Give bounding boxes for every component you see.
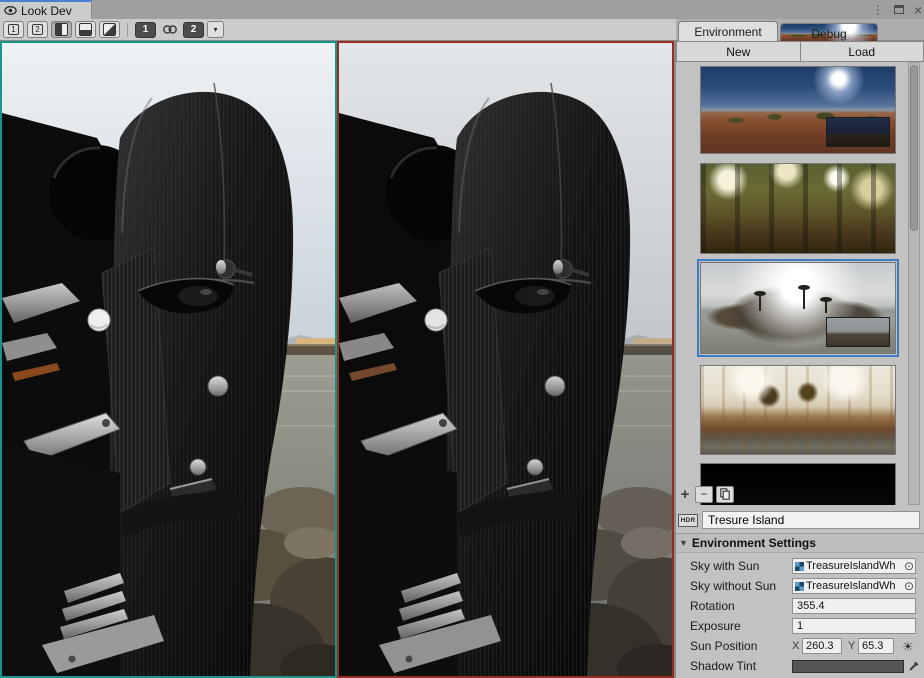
titlebar: Look Dev ⋮ ×: [0, 0, 924, 19]
camera-2-button[interactable]: 2: [183, 22, 204, 38]
library-actions: New Load: [676, 41, 924, 62]
hdri-thumbnail-outback[interactable]: [700, 66, 896, 154]
lookdev-viewport: [0, 41, 676, 678]
environment-settings-title: Environment Settings: [692, 536, 816, 550]
sun-position-y-field[interactable]: 65.3: [858, 638, 894, 654]
sky-with-sun-object-field[interactable]: TreasureIslandWh ⊙: [792, 558, 916, 574]
sky-with-sun-label: Sky with Sun: [690, 559, 759, 573]
camera-options-dropdown[interactable]: ▾: [207, 21, 224, 38]
tab-environment[interactable]: Environment: [678, 21, 778, 41]
hdri-inset-preview: [826, 117, 890, 147]
split-vertical-icon: [55, 23, 68, 36]
lookdev-render: [2, 43, 335, 676]
palm-tree-silhouette: [803, 289, 805, 309]
lookdev-window-tab[interactable]: Look Dev: [0, 0, 92, 19]
palm-tree-silhouette: [759, 295, 761, 311]
link-icon: [163, 25, 177, 34]
tab-debug[interactable]: Debug: [780, 23, 878, 43]
single-view-1-button[interactable]: 1: [3, 21, 24, 38]
sky-without-sun-value: TreasureIslandWh: [806, 580, 904, 592]
sun-position-row: Sun Position X 260.3 Y 65.3 ☀: [676, 637, 924, 655]
cubemap-texture-icon: [795, 582, 804, 591]
environment-settings-header[interactable]: ▼ Environment Settings: [676, 534, 924, 553]
palm-tree-silhouette: [825, 301, 827, 313]
exposure-field[interactable]: 1: [792, 618, 916, 634]
eye-icon: [4, 6, 17, 15]
eyedropper-icon[interactable]: [908, 659, 920, 677]
hdri-name-row: HDR Tresure Island: [676, 509, 924, 531]
sun-position-label: Sun Position: [690, 639, 757, 653]
scrollbar-thumb[interactable]: [910, 65, 918, 231]
x-axis-label: X: [792, 640, 799, 652]
hdri-thumbnail-church[interactable]: [700, 365, 896, 455]
object-picker-icon[interactable]: ⊙: [904, 581, 914, 591]
hdri-name-field[interactable]: Tresure Island: [702, 511, 920, 529]
hdr-badge-icon: HDR: [678, 514, 698, 527]
chevron-down-icon: ▾: [213, 25, 217, 34]
view-2-render[interactable]: [337, 41, 674, 678]
camera-1-button[interactable]: 1: [135, 22, 156, 38]
sky-without-sun-object-field[interactable]: TreasureIslandWh ⊙: [792, 578, 916, 594]
close-icon[interactable]: ×: [914, 4, 922, 16]
sky-with-sun-row: Sky with Sun TreasureIslandWh ⊙: [676, 557, 924, 575]
side-by-side-view-button[interactable]: [51, 21, 72, 38]
load-button[interactable]: Load: [801, 41, 924, 62]
shadow-tint-row: Shadow Tint: [676, 657, 924, 675]
rotation-field[interactable]: 355.4: [792, 598, 916, 614]
sky-without-sun-row: Sky without Sun TreasureIslandWh ⊙: [676, 577, 924, 595]
exposure-row: Exposure 1: [676, 617, 924, 635]
split-diagonal-icon: [103, 23, 116, 36]
hdri-thumbnail-list: [676, 62, 924, 505]
hdri-thumbnail-forest[interactable]: [700, 163, 896, 254]
thumbnail-list-scrollbar[interactable]: [908, 62, 920, 505]
lookdev-render: [339, 43, 672, 676]
split-view-button[interactable]: [75, 21, 96, 38]
add-hdri-button[interactable]: +: [678, 486, 692, 503]
object-picker-icon[interactable]: ⊙: [904, 561, 914, 571]
view-2-label: 2: [32, 24, 43, 35]
duplicate-icon: [720, 488, 730, 500]
hdri-inset-preview: [826, 317, 890, 347]
maximize-icon[interactable]: [894, 5, 904, 14]
cubemap-texture-icon: [795, 562, 804, 571]
window-title: Look Dev: [21, 4, 72, 18]
hdri-thumbnail-treasure-island[interactable]: [700, 262, 896, 354]
shadow-tint-color-swatch[interactable]: [792, 660, 904, 673]
lookdev-toolbar: 1 2 1 2 ▾: [0, 19, 676, 41]
window-menu-icon[interactable]: ⋮: [872, 4, 884, 16]
tab-debug-label: Debug: [811, 27, 846, 41]
sky-with-sun-value: TreasureIslandWh: [806, 560, 904, 572]
exposure-label: Exposure: [690, 619, 741, 633]
environment-panel: Environment Debug New Load + −: [676, 19, 924, 678]
hdri-list-toolbar: + −: [678, 484, 734, 504]
new-button[interactable]: New: [676, 41, 801, 62]
sun-icon[interactable]: ☀: [902, 640, 914, 653]
single-view-2-button[interactable]: 2: [27, 21, 48, 38]
panel-tab-strip: Environment Debug: [676, 19, 924, 41]
y-axis-label: Y: [848, 640, 855, 652]
foldout-triangle-icon: ▼: [679, 538, 688, 548]
rotation-row: Rotation 355.4: [676, 597, 924, 615]
environment-settings-section: ▼ Environment Settings Sky with Sun Trea…: [676, 533, 924, 678]
window-controls: ⋮ ×: [872, 0, 922, 19]
shadow-tint-label: Shadow Tint: [690, 659, 756, 673]
view-1-render[interactable]: [0, 41, 337, 678]
link-cameras-button[interactable]: [159, 21, 180, 38]
duplicate-hdri-button[interactable]: [716, 486, 734, 503]
split-horizontal-icon: [79, 23, 92, 36]
tab-environment-label: Environment: [694, 25, 761, 39]
rotation-label: Rotation: [690, 599, 735, 613]
zone-view-button[interactable]: [99, 21, 120, 38]
remove-hdri-button[interactable]: −: [695, 486, 713, 503]
sky-without-sun-label: Sky without Sun: [690, 579, 776, 593]
toolbar-separator: [127, 23, 128, 37]
view-1-label: 1: [8, 24, 19, 35]
sun-position-x-field[interactable]: 260.3: [802, 638, 842, 654]
